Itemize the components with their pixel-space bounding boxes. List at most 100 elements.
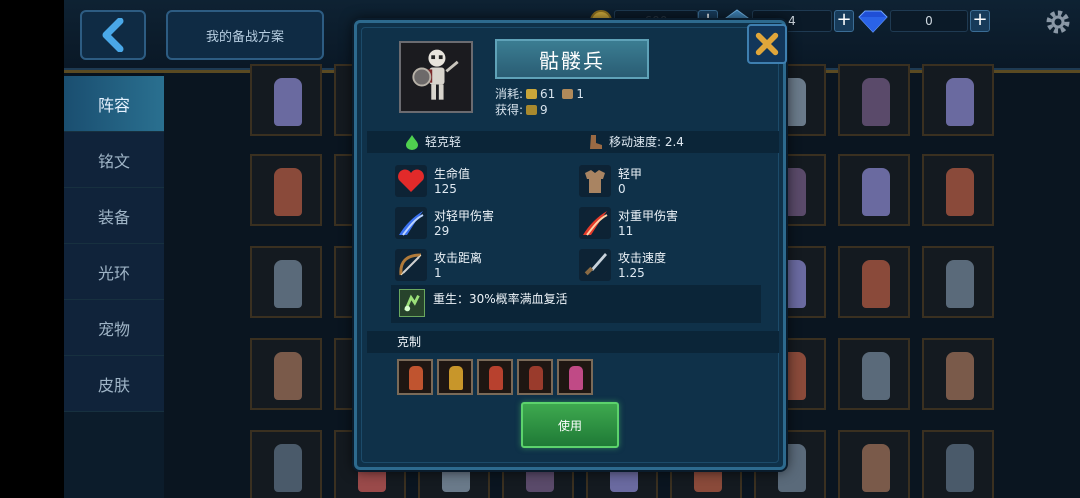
side-item-label: 阵容 <box>97 95 130 115</box>
stat-label: 对轻甲伤害 <box>434 209 495 223</box>
side-item-lineup[interactable]: 阵容 <box>64 76 164 132</box>
unit-figure <box>274 78 302 126</box>
unit-figure <box>946 352 974 400</box>
ability-text: 重生：30%概率满血复活 <box>433 292 568 306</box>
stat-value: 1.25 <box>618 266 645 280</box>
stat-label: 生命值 <box>434 167 471 181</box>
unit-figure <box>862 444 890 492</box>
side-item-pet[interactable]: 宠物 <box>64 300 164 356</box>
side-item-skin[interactable]: 皮肤 <box>64 356 164 412</box>
unit-figure <box>862 78 890 126</box>
counter-unit-2-icon[interactable] <box>437 359 473 395</box>
stat-label: 攻击速度 <box>618 251 667 265</box>
red-slash-icon <box>579 207 611 239</box>
unit-detail-dialog: 骷髅兵 消耗: 61 1 获得: 9 轻克轻 移动速度: 2.4 生命值 125… <box>354 20 787 470</box>
close-button[interactable] <box>747 24 787 64</box>
light-armor-icon <box>579 165 611 197</box>
unit-figure <box>862 260 890 308</box>
stat-value: 11 <box>618 224 634 238</box>
gain-label: 获得: <box>495 103 524 117</box>
gain-value: 9 <box>540 102 548 117</box>
side-item-label: 皮肤 <box>97 375 130 395</box>
boot-icon <box>590 134 602 149</box>
left-bar <box>0 0 64 498</box>
counter-title: 克制 <box>367 331 779 353</box>
side-item-equipment[interactable]: 装备 <box>64 188 164 244</box>
cost-row: 消耗: 61 1 <box>495 85 584 102</box>
use-button[interactable]: 使用 <box>521 402 619 448</box>
unit-figure <box>946 168 974 216</box>
add-crystal-button[interactable]: + <box>834 10 854 32</box>
unit-card[interactable] <box>250 338 322 410</box>
stat-label: 轻甲 <box>618 167 643 181</box>
unit-portrait <box>399 41 473 113</box>
stat-value: 29 <box>434 224 450 238</box>
stat-heavy-damage: 对重甲伤害 11 <box>579 205 739 241</box>
rebirth-icon <box>399 289 425 317</box>
stat-label: 对重甲伤害 <box>618 209 679 223</box>
counter-unit-4-icon[interactable] <box>517 359 553 395</box>
unit-card[interactable] <box>250 430 322 498</box>
unit-figure <box>946 260 974 308</box>
counter-unit-3-icon[interactable] <box>477 359 513 395</box>
cost-supply-value: 1 <box>576 86 584 101</box>
side-item-label: 宠物 <box>97 319 130 339</box>
stat-armor: 轻甲 0 <box>579 163 739 199</box>
unit-card[interactable] <box>838 246 910 318</box>
cost-label: 消耗: <box>495 87 524 101</box>
side-item-label: 装备 <box>97 207 130 227</box>
side-item-inscription[interactable]: 铭文 <box>64 132 164 188</box>
stat-value: 0 <box>618 182 626 196</box>
armor-type-label: 轻克轻 <box>425 135 462 149</box>
reward-icon <box>526 104 538 115</box>
back-button[interactable] <box>80 10 146 60</box>
unit-card[interactable] <box>922 430 994 498</box>
unit-figure <box>569 366 583 390</box>
unit-card[interactable] <box>838 64 910 136</box>
unit-name: 骷髅兵 <box>539 48 605 73</box>
unit-card[interactable] <box>922 246 994 318</box>
unit-figure <box>529 366 543 390</box>
side-item-label: 光环 <box>97 263 130 283</box>
side-item-label: 铭文 <box>97 151 130 171</box>
gear-icon[interactable] <box>1044 8 1072 36</box>
cost-gold-value: 61 <box>540 86 556 101</box>
unit-figure <box>449 366 463 390</box>
side-item-aura[interactable]: 光环 <box>64 244 164 300</box>
unit-card[interactable] <box>838 430 910 498</box>
unit-figure <box>274 260 302 308</box>
move-speed: 移动速度: 2.4 <box>587 133 684 150</box>
stat-light-damage: 对轻甲伤害 29 <box>395 205 555 241</box>
add-diamond-button[interactable]: + <box>970 10 990 32</box>
armor-type: 轻克轻 <box>405 133 461 150</box>
bow-icon <box>395 249 427 281</box>
side-menu: 阵容 铭文 装备 光环 宠物 皮肤 <box>64 76 164 498</box>
battle-plan-button[interactable]: 我的备战方案 <box>166 10 324 60</box>
unit-card[interactable] <box>922 154 994 226</box>
blue-slash-icon <box>395 207 427 239</box>
green-drop-icon <box>406 134 418 150</box>
unit-figure <box>489 366 503 390</box>
unit-card[interactable] <box>838 154 910 226</box>
gain-row: 获得: 9 <box>495 101 548 118</box>
heart-icon <box>395 165 427 197</box>
stat-label: 攻击距离 <box>434 251 483 265</box>
supply-cost-icon <box>562 88 574 99</box>
diamond-amount: 0 <box>890 10 968 32</box>
battle-plan-label: 我的备战方案 <box>205 29 284 45</box>
unit-card[interactable] <box>922 64 994 136</box>
counter-unit-1-icon[interactable] <box>397 359 433 395</box>
unit-card[interactable] <box>250 64 322 136</box>
unit-card[interactable] <box>250 154 322 226</box>
unit-card[interactable] <box>922 338 994 410</box>
stat-range: 攻击距离 1 <box>395 247 555 283</box>
counter-unit-5-icon[interactable] <box>557 359 593 395</box>
unit-card[interactable] <box>250 246 322 318</box>
unit-card[interactable] <box>838 338 910 410</box>
unit-figure <box>409 366 423 390</box>
stat-value: 125 <box>434 182 457 196</box>
unit-figure <box>274 352 302 400</box>
unit-figure <box>946 444 974 492</box>
dagger-icon <box>579 249 611 281</box>
skeleton-soldier-icon <box>412 49 459 100</box>
